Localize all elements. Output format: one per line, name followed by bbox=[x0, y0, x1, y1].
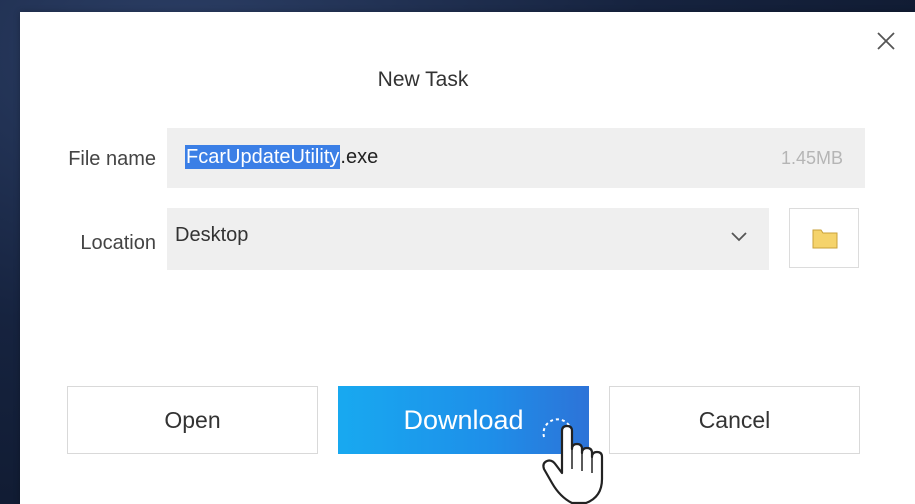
file-name-value[interactable]: FcarUpdateUtility.exe bbox=[185, 145, 378, 169]
close-icon[interactable] bbox=[872, 27, 900, 55]
file-size: 1.45MB bbox=[780, 148, 843, 168]
cancel-button[interactable]: Cancel bbox=[609, 386, 860, 454]
file-name-selected-text[interactable]: FcarUpdateUtility bbox=[185, 145, 341, 169]
location-select[interactable]: Desktop bbox=[167, 208, 769, 270]
dialog-title: New Task bbox=[377, 68, 469, 91]
new-task-dialog: New Task File name FcarUpdateUtility.exe… bbox=[20, 12, 915, 504]
file-name-input[interactable]: FcarUpdateUtility.exe 1.45MB bbox=[167, 128, 865, 188]
location-label: Location bbox=[80, 232, 156, 254]
location-value: Desktop bbox=[175, 224, 249, 246]
hand-cursor-icon bbox=[542, 418, 604, 504]
chevron-down-icon[interactable] bbox=[729, 230, 749, 244]
folder-icon bbox=[812, 229, 838, 249]
browse-folder-button[interactable] bbox=[789, 208, 859, 268]
file-name-extension[interactable]: .exe bbox=[340, 146, 378, 168]
open-button[interactable]: Open bbox=[67, 386, 318, 454]
file-name-label: File name bbox=[68, 148, 156, 170]
